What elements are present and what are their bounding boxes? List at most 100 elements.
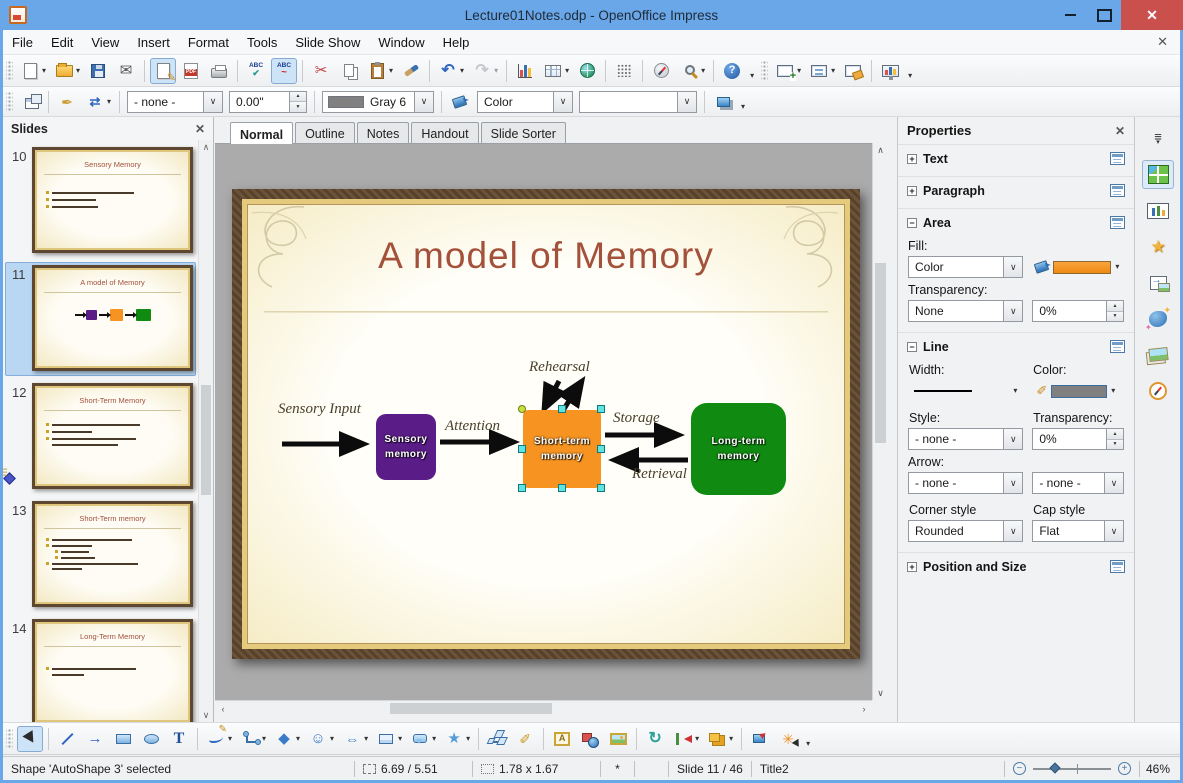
tab-handout[interactable]: Handout [411,122,479,143]
section-paragraph-label[interactable]: Paragraph [923,184,985,198]
cut-button[interactable]: ✂ [308,58,334,84]
expand-icon[interactable]: + [907,153,917,164]
spinner-buttons[interactable]: ▲ ▼ [289,91,307,112]
new-slide-button[interactable]: ▾ [772,58,804,84]
zoom-thumb[interactable] [1049,761,1061,774]
line-style-select[interactable]: - none - ∨ [908,428,1024,450]
line-style-select[interactable]: - none - ∨ [127,90,224,113]
callouts-button[interactable]: ▾ [407,726,439,752]
toolbar-grip[interactable] [6,728,13,749]
toolbar-overflow[interactable]: ▾ [750,71,754,80]
menu-view[interactable]: View [82,31,128,54]
slide-layout-button[interactable]: ▾ [806,58,838,84]
selection-handle[interactable] [597,484,605,492]
toolbar-overflow[interactable]: ▾ [806,739,810,748]
slide-thumbnail-14[interactable]: 14 Long-Term Memory [5,616,196,722]
slide-thumbnail-12[interactable]: 12 Short-Term Memory [3,380,196,494]
dropdown-button[interactable]: ∨ [1104,473,1123,493]
section-area-label[interactable]: Area [923,216,951,230]
section-possize-label[interactable]: Position and Size [923,560,1027,574]
menu-format[interactable]: Format [179,31,238,54]
fontwork-gallery-button[interactable]: A [549,726,575,752]
zoom-button[interactable]: ▾ [676,58,708,84]
transparency-spinner[interactable]: 0% ▲ ▼ [1032,300,1124,322]
dialog-launcher-icon[interactable] [1110,560,1125,573]
sidebar-tab-gallery[interactable] [1142,340,1174,369]
scroll-down-icon[interactable]: ∨ [203,708,210,722]
symbol-shapes-button[interactable]: ☺ ▾ [305,726,337,752]
arrow-end-select[interactable]: - none - ∨ [1032,472,1124,494]
box-short-term-memory-selected[interactable]: Short-term memory [523,410,601,488]
print-button[interactable] [206,58,232,84]
sidebar-tab-slide-transition[interactable] [1142,196,1174,225]
area-dialog-button[interactable] [447,89,473,115]
dropdown-button[interactable]: ∨ [203,91,223,112]
interaction-button[interactable] [747,726,773,752]
zoom-track[interactable] [1032,761,1111,774]
sidebar-tab-animation-effects[interactable] [1142,304,1174,333]
dropdown-button[interactable]: ∨ [553,91,573,112]
alignment-button[interactable]: ▾ [670,726,702,752]
toolbar-grip[interactable] [761,60,769,81]
close-button[interactable]: ✕ [1121,0,1183,30]
basic-shapes-button[interactable]: ◆ ▾ [271,726,303,752]
format-paintbrush-button[interactable] [398,58,424,84]
to-3d-button[interactable] [577,726,603,752]
zoom-in-icon[interactable]: + [1117,762,1131,775]
undo-button[interactable]: ↶ ▾ [435,58,467,84]
maximize-button[interactable] [1087,0,1121,30]
label-storage[interactable]: Storage [613,410,660,427]
menu-edit[interactable]: Edit [42,31,82,54]
impress-app-icon[interactable] [9,6,27,24]
slide-canvas[interactable]: A model of Memory Sensory Input Attentio… [215,143,872,700]
dropdown-button[interactable]: ∨ [1003,473,1023,493]
selection-handle[interactable] [558,484,566,492]
collapse-icon[interactable]: − [907,341,917,352]
status-layout-name[interactable]: Title2 [752,761,797,777]
text-tool-button[interactable]: T [166,726,192,752]
display-grid-button[interactable] [611,58,637,84]
ellipse-tool-button[interactable] [138,726,164,752]
position-size-button[interactable] [17,89,43,115]
insert-picture-button[interactable] [605,726,631,752]
canvas-horizontal-scrollbar[interactable]: ‹ › [215,700,872,716]
edit-points-button[interactable] [484,726,510,752]
slide[interactable]: A model of Memory Sensory Input Attentio… [232,189,860,659]
spinner-buttons[interactable]: ▲ ▼ [1106,429,1123,449]
glue-points-button[interactable]: ✐ [512,726,538,752]
slides-scrollbar[interactable]: ∧ ∨ [198,140,213,722]
selection-handle[interactable] [518,484,526,492]
menu-tools[interactable]: Tools [238,31,286,54]
scrollbar-thumb[interactable] [875,263,886,443]
arrange-button[interactable]: ▾ [704,726,736,752]
hyperlink-button[interactable] [574,58,600,84]
toolbar-grip[interactable] [6,92,13,111]
dialog-launcher-icon[interactable] [1110,184,1125,197]
save-button[interactable] [85,58,111,84]
scroll-up-icon[interactable]: ∧ [877,143,884,157]
cap-style-select[interactable]: Flat ∨ [1032,520,1124,542]
select-tool-button[interactable] [17,725,43,752]
expand-icon[interactable]: + [907,561,917,572]
rectangle-tool-button[interactable] [110,726,136,752]
export-pdf-button[interactable]: PDF [178,58,204,84]
expand-icon[interactable]: + [907,185,917,196]
edit-mode-button[interactable] [150,57,177,84]
scroll-right-icon[interactable]: › [856,704,872,714]
toolbar-grip[interactable] [6,60,13,81]
properties-close-icon[interactable]: ✕ [1115,124,1125,138]
dropdown-button[interactable]: ∨ [1003,521,1023,541]
toolbar-overflow[interactable]: ▾ [741,102,745,111]
dropdown-button[interactable]: ∨ [1003,429,1023,449]
copy-button[interactable] [336,58,362,84]
dialog-launcher-icon[interactable] [1110,152,1125,165]
new-document-button[interactable]: ▾ [17,58,49,84]
line-color-dropdown[interactable]: ✐ ▾ [1032,380,1124,402]
line-width-dropdown[interactable]: ▾ [908,380,1023,402]
connector-tool-button[interactable]: ▾ [237,726,269,752]
zoom-percent[interactable]: 46% [1138,760,1180,777]
email-button[interactable]: ✉ [113,58,139,84]
scroll-left-icon[interactable]: ‹ [215,704,231,714]
tab-notes[interactable]: Notes [356,122,410,143]
start-presentation-button[interactable] [877,58,903,84]
